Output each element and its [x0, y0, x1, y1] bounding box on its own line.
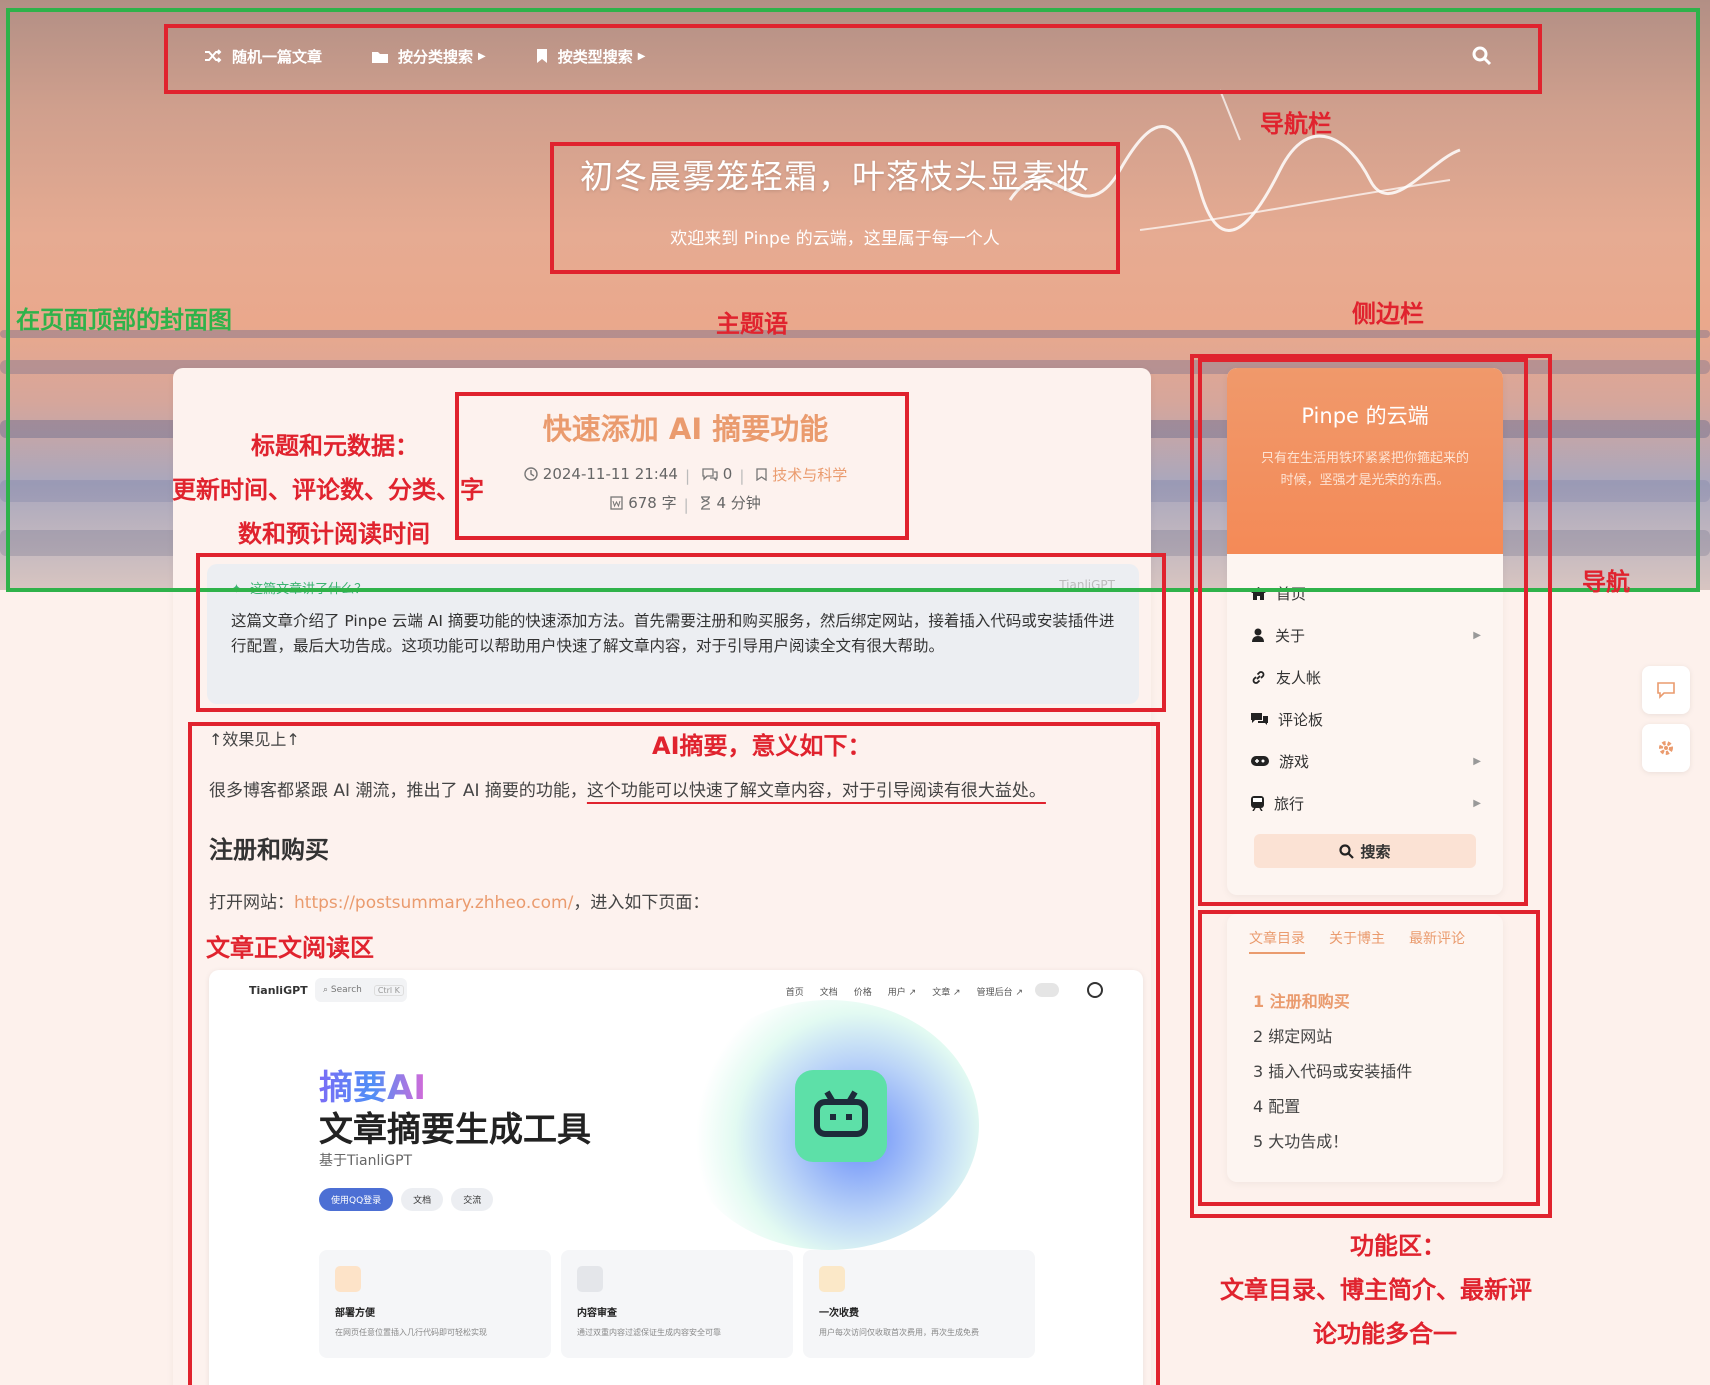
annotation-box-summary: [196, 553, 1166, 712]
annotation-meta-label-3: 数和预计阅读时间: [238, 520, 430, 548]
comment-icon: [1657, 682, 1675, 699]
annotation-box-menu: [1198, 358, 1528, 906]
annotation-meta-label-1: 标题和元数据：: [251, 432, 419, 460]
annotation-sidebar-label: 侧边栏: [1352, 300, 1424, 328]
float-comment-button[interactable]: [1642, 666, 1690, 714]
annotation-nav-label: 导航栏: [1260, 110, 1332, 138]
annotation-reading-label: 文章正文阅读区: [206, 934, 374, 962]
annotation-function-label-2: 文章目录、博主简介、最新评: [1220, 1276, 1532, 1304]
annotation-box-motto: [550, 142, 1120, 274]
annotation-box-function: [1198, 910, 1540, 1206]
float-settings-button[interactable]: [1642, 724, 1690, 772]
annotation-box-nav: [164, 24, 1542, 94]
annotation-ai-label: AI摘要，意义如下：: [652, 732, 872, 760]
annotation-function-label-1: 功能区：: [1350, 1232, 1446, 1260]
annotation-motto-label: 主题语: [716, 310, 788, 338]
gear-icon: [1659, 741, 1673, 755]
annotation-cover-label: 在页面顶部的封面图: [16, 306, 232, 334]
annotation-function-label-3: 论功能多合一: [1313, 1320, 1457, 1348]
annotation-box-meta: [455, 392, 909, 540]
annotation-menu-label: 导航: [1582, 568, 1630, 596]
annotation-meta-label-2: 更新时间、评论数、分类、字: [172, 476, 484, 504]
annotation-box-reading: [188, 722, 1160, 1385]
